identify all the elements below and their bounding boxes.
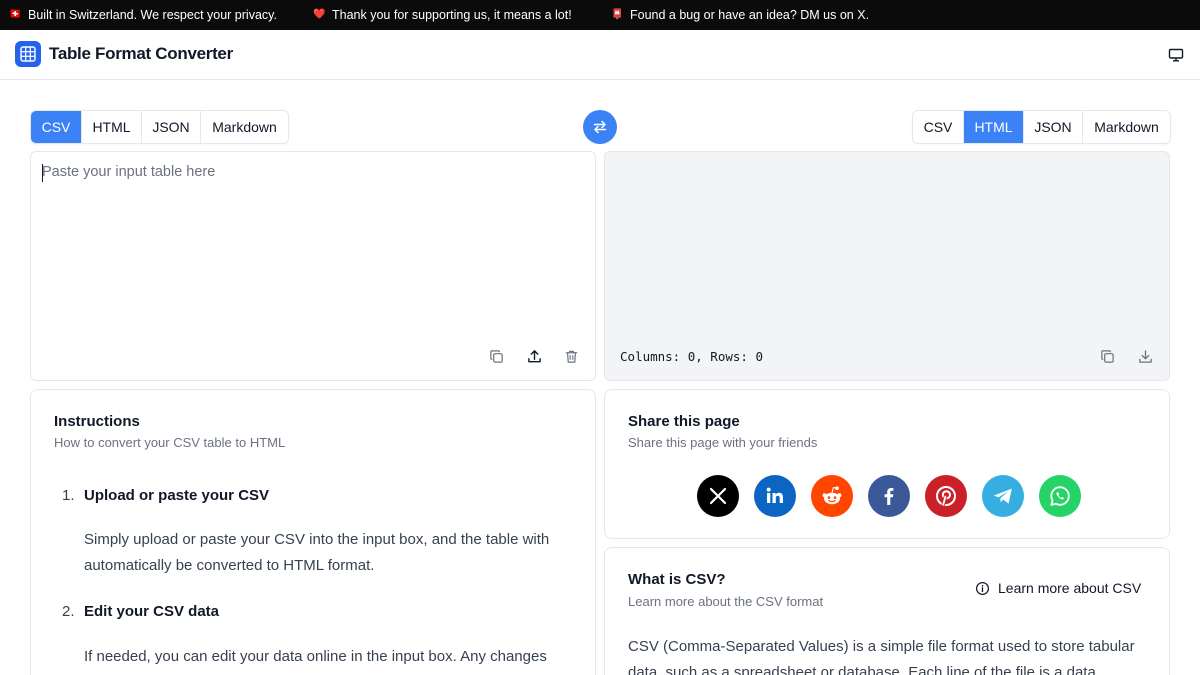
input-placeholder: Paste your input table here xyxy=(42,164,216,180)
instructions-card: Instructions How to convert your CSV tab… xyxy=(30,389,596,675)
what-is-subtitle: Learn more about the CSV format xyxy=(628,594,824,609)
mailbox-icon: 📮 xyxy=(611,9,624,20)
step-number: 2. xyxy=(62,603,75,620)
instructions-subtitle: How to convert your CSV table to HTML xyxy=(54,435,286,450)
share-buttons xyxy=(697,475,1081,517)
banner-message-thanks: ❤️ Thank you for supporting us, it means… xyxy=(313,8,572,22)
share-title: Share this page xyxy=(628,413,740,430)
monitor-icon[interactable] xyxy=(1166,45,1186,65)
what-is-body: CSV (Comma-Separated Values) is a simple… xyxy=(628,638,1135,675)
output-format-tabs: CSV HTML JSON Markdown xyxy=(912,110,1171,144)
app-header: Table Format Converter xyxy=(0,30,1200,80)
share-telegram-button[interactable] xyxy=(982,475,1024,517)
learn-more-label: Learn more about CSV xyxy=(998,580,1142,596)
text-caret xyxy=(42,164,43,182)
step-title: Edit your CSV data xyxy=(84,603,220,620)
x-logo-icon xyxy=(709,487,727,505)
copy-icon[interactable] xyxy=(1098,347,1116,365)
table-grid-icon[interactable] xyxy=(15,41,41,67)
input-textarea[interactable]: Paste your input table here xyxy=(30,151,596,381)
step-title: Upload or paste your CSV xyxy=(84,487,270,504)
trash-icon[interactable] xyxy=(562,347,580,365)
upload-icon[interactable] xyxy=(525,347,543,365)
instructions-title: Instructions xyxy=(54,413,140,430)
banner-text: Thank you for supporting us, it means a … xyxy=(332,8,572,22)
output-tab-markdown[interactable]: Markdown xyxy=(1083,111,1170,143)
banner-message-privacy: 🇨🇭 Built in Switzerland. We respect your… xyxy=(9,8,277,22)
top-banner: 🇨🇭 Built in Switzerland. We respect your… xyxy=(0,0,1200,30)
app-title[interactable]: Table Format Converter xyxy=(49,44,233,64)
input-tab-csv[interactable]: CSV xyxy=(31,111,82,143)
step-body: Simply upload or paste your CSV into the… xyxy=(84,531,550,574)
whatsapp-icon xyxy=(1050,486,1070,506)
share-reddit-button[interactable] xyxy=(811,475,853,517)
telegram-icon xyxy=(993,488,1012,504)
swiss-flag-icon: 🇨🇭 xyxy=(9,9,22,20)
banner-message-feedback[interactable]: 📮 Found a bug or have an idea? DM us on … xyxy=(611,8,869,22)
heart-icon: ❤️ xyxy=(313,9,326,20)
input-format-tabs: CSV HTML JSON Markdown xyxy=(30,110,289,144)
share-pinterest-button[interactable] xyxy=(925,475,967,517)
reddit-icon xyxy=(822,486,842,505)
facebook-icon xyxy=(884,488,894,505)
share-card: Share this page Share this page with you… xyxy=(604,389,1170,539)
step-body: If needed, you can edit your data online… xyxy=(84,648,547,665)
copy-icon[interactable] xyxy=(487,347,505,365)
input-tab-markdown[interactable]: Markdown xyxy=(201,111,288,143)
output-tab-html[interactable]: HTML xyxy=(964,111,1024,143)
learn-more-link[interactable]: Learn more about CSV xyxy=(975,580,1141,596)
output-tab-json[interactable]: JSON xyxy=(1024,111,1083,143)
what-is-title: What is CSV? xyxy=(628,571,726,588)
banner-text: Built in Switzerland. We respect your pr… xyxy=(28,8,277,22)
table-stats: Columns: 0, Rows: 0 xyxy=(620,349,763,364)
share-linkedin-button[interactable] xyxy=(754,475,796,517)
pinterest-icon xyxy=(936,486,956,507)
swap-button[interactable] xyxy=(583,110,617,144)
input-tab-json[interactable]: JSON xyxy=(142,111,201,143)
banner-text: Found a bug or have an idea? DM us on X. xyxy=(630,8,870,22)
share-whatsapp-button[interactable] xyxy=(1039,475,1081,517)
input-tab-html[interactable]: HTML xyxy=(82,111,142,143)
share-x-button[interactable] xyxy=(697,475,739,517)
output-tab-csv[interactable]: CSV xyxy=(913,111,964,143)
share-subtitle: Share this page with your friends xyxy=(628,435,818,450)
swap-arrows-icon xyxy=(593,120,607,134)
info-icon xyxy=(975,581,990,596)
what-is-card: What is CSV? Learn more about the CSV fo… xyxy=(604,547,1170,675)
linkedin-icon xyxy=(766,487,783,503)
share-facebook-button[interactable] xyxy=(868,475,910,517)
download-icon[interactable] xyxy=(1136,347,1154,365)
output-area[interactable]: Columns: 0, Rows: 0 xyxy=(604,151,1170,381)
step-number: 1. xyxy=(62,487,75,504)
